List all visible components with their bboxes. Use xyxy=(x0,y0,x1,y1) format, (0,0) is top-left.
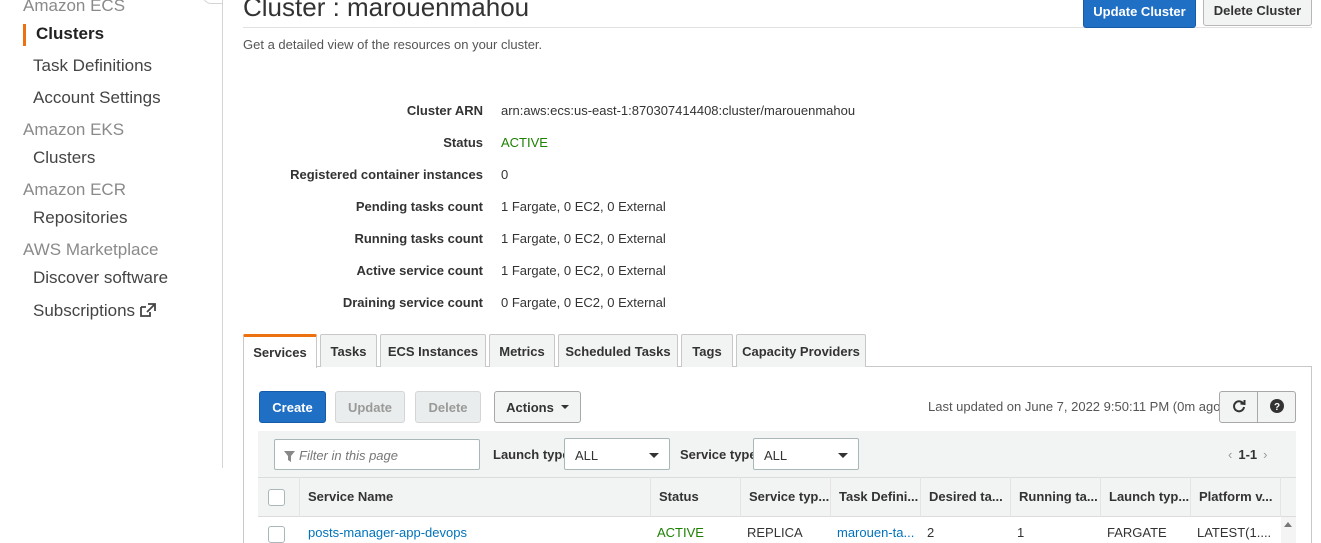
row-status: ACTIVE xyxy=(657,525,704,540)
detail-label-draining-services: Draining service count xyxy=(342,295,483,310)
column-divider xyxy=(1190,477,1191,517)
detail-label-status: Status xyxy=(443,135,483,150)
refresh-icon xyxy=(1232,399,1246,416)
detail-value-running-tasks: 1 Fargate, 0 EC2, 0 External xyxy=(501,231,666,246)
column-header-desired-tasks[interactable]: Desired ta... xyxy=(929,489,1003,504)
row-service-type: REPLICA xyxy=(747,525,803,540)
service-name-link[interactable]: posts-manager-app-devops xyxy=(308,525,467,540)
column-header-service-type[interactable]: Service typ... xyxy=(749,489,829,504)
pagination: ‹ 1-1 › xyxy=(1228,447,1267,462)
delete-cluster-button[interactable]: Delete Cluster xyxy=(1203,0,1312,26)
filter-input[interactable]: Filter in this page xyxy=(274,439,480,470)
column-divider xyxy=(1100,477,1101,517)
detail-label-running-tasks: Running tasks count xyxy=(354,231,483,246)
detail-label-cluster-arn: Cluster ARN xyxy=(406,103,483,118)
sidebar-item-discover-software[interactable]: Discover software xyxy=(33,268,168,288)
page-title: Cluster : marouenmahou xyxy=(243,0,530,22)
tab-services[interactable]: Services xyxy=(243,334,317,368)
detail-value-active-services: 1 Fargate, 0 EC2, 0 External xyxy=(501,263,666,278)
tab-ecs-instances[interactable]: ECS Instances xyxy=(380,334,486,367)
column-divider xyxy=(830,477,831,517)
service-type-label: Service type xyxy=(680,447,757,462)
filter-placeholder: Filter in this page xyxy=(299,448,398,463)
refresh-button[interactable] xyxy=(1219,391,1258,423)
create-button[interactable]: Create xyxy=(259,391,326,423)
filter-icon xyxy=(284,450,295,465)
page-range: 1-1 xyxy=(1238,447,1258,462)
row-launch-type: FARGATE xyxy=(1107,525,1167,540)
detail-value-pending-tasks: 1 Fargate, 0 EC2, 0 External xyxy=(501,199,666,214)
column-divider xyxy=(299,477,300,517)
sidebar: Amazon ECS Clusters Task Definitions Acc… xyxy=(0,0,223,468)
page-subtitle: Get a detailed view of the resources on … xyxy=(243,37,543,52)
sidebar-item-account-settings[interactable]: Account Settings xyxy=(33,88,161,108)
tab-tasks[interactable]: Tasks xyxy=(320,334,377,367)
detail-label-pending-tasks: Pending tasks count xyxy=(355,199,483,214)
update-cluster-button[interactable]: Update Cluster xyxy=(1083,0,1196,28)
sidebar-section-ecr: Amazon ECR xyxy=(23,180,126,199)
chevron-down-icon xyxy=(649,453,659,458)
tab-scheduled-tasks[interactable]: Scheduled Tasks xyxy=(558,334,678,367)
detail-label-registered-instances: Registered container instances xyxy=(290,167,483,182)
sidebar-corner-decoration xyxy=(203,0,223,4)
column-header-running-tasks[interactable]: Running ta... xyxy=(1019,489,1098,504)
last-updated-text: Last updated on June 7, 2022 9:50:11 PM … xyxy=(928,399,1225,414)
detail-label-active-services: Active service count xyxy=(356,263,483,278)
help-button[interactable]: ? xyxy=(1257,391,1296,423)
launch-type-label: Launch type xyxy=(493,447,570,462)
row-platform-version: LATEST(1.... xyxy=(1197,525,1272,540)
sidebar-item-ecs-clusters[interactable]: Clusters xyxy=(36,24,104,44)
column-header-platform-version[interactable]: Platform v... xyxy=(1199,489,1272,504)
sidebar-item-task-definitions[interactable]: Task Definitions xyxy=(33,56,152,76)
sidebar-active-indicator xyxy=(23,24,26,46)
column-divider xyxy=(650,477,651,517)
actions-dropdown-button[interactable]: Actions xyxy=(494,391,581,423)
sidebar-item-subscriptions[interactable]: Subscriptions xyxy=(33,301,156,323)
caret-down-icon xyxy=(560,405,569,409)
service-type-value: ALL xyxy=(764,448,788,463)
sidebar-section-ecs: Amazon ECS xyxy=(23,0,126,15)
sidebar-section-marketplace: AWS Marketplace xyxy=(23,240,159,259)
service-type-select[interactable]: ALL xyxy=(753,438,859,470)
sidebar-item-subscriptions-label: Subscriptions xyxy=(33,301,136,320)
row-desired-tasks: 2 xyxy=(927,525,935,540)
detail-value-cluster-arn: arn:aws:ecs:us-east-1:870307414408:clust… xyxy=(501,103,856,118)
table-scrollbar[interactable] xyxy=(1281,517,1296,543)
detail-value-registered-instances: 0 xyxy=(501,167,509,182)
column-divider xyxy=(1280,477,1281,517)
tab-metrics[interactable]: Metrics xyxy=(489,334,555,367)
external-link-icon xyxy=(139,303,156,323)
column-divider xyxy=(1010,477,1011,517)
launch-type-select[interactable]: ALL xyxy=(564,438,670,470)
column-divider xyxy=(920,477,921,517)
task-definition-link[interactable]: marouen-ta... xyxy=(837,525,914,540)
svg-text:?: ? xyxy=(1273,402,1279,413)
row-running-tasks: 1 xyxy=(1017,525,1025,540)
chevron-right-icon[interactable]: › xyxy=(1263,447,1267,462)
tab-tags[interactable]: Tags xyxy=(681,334,733,367)
column-divider xyxy=(740,477,741,517)
launch-type-value: ALL xyxy=(575,448,599,463)
sidebar-item-repositories[interactable]: Repositories xyxy=(33,208,128,228)
scroll-up-icon[interactable] xyxy=(1284,522,1292,527)
column-header-service-name[interactable]: Service Name xyxy=(308,489,393,504)
chevron-left-icon[interactable]: ‹ xyxy=(1228,447,1232,462)
help-icon: ? xyxy=(1269,398,1284,416)
column-header-task-definition[interactable]: Task Defini... xyxy=(839,489,918,504)
delete-button[interactable]: Delete xyxy=(415,391,481,423)
row-checkbox[interactable] xyxy=(268,526,285,543)
update-button[interactable]: Update xyxy=(335,391,405,423)
status-badge: ACTIVE xyxy=(501,135,548,150)
column-header-launch-type[interactable]: Launch typ... xyxy=(1109,489,1189,504)
select-all-checkbox[interactable] xyxy=(268,489,285,506)
detail-value-draining-services: 0 Fargate, 0 EC2, 0 External xyxy=(501,295,666,310)
actions-label: Actions xyxy=(506,399,554,415)
tab-capacity-providers[interactable]: Capacity Providers xyxy=(736,334,866,367)
chevron-down-icon xyxy=(838,453,848,458)
sidebar-item-eks-clusters[interactable]: Clusters xyxy=(33,148,95,168)
column-header-status[interactable]: Status xyxy=(659,489,699,504)
sidebar-section-eks: Amazon EKS xyxy=(23,120,125,139)
